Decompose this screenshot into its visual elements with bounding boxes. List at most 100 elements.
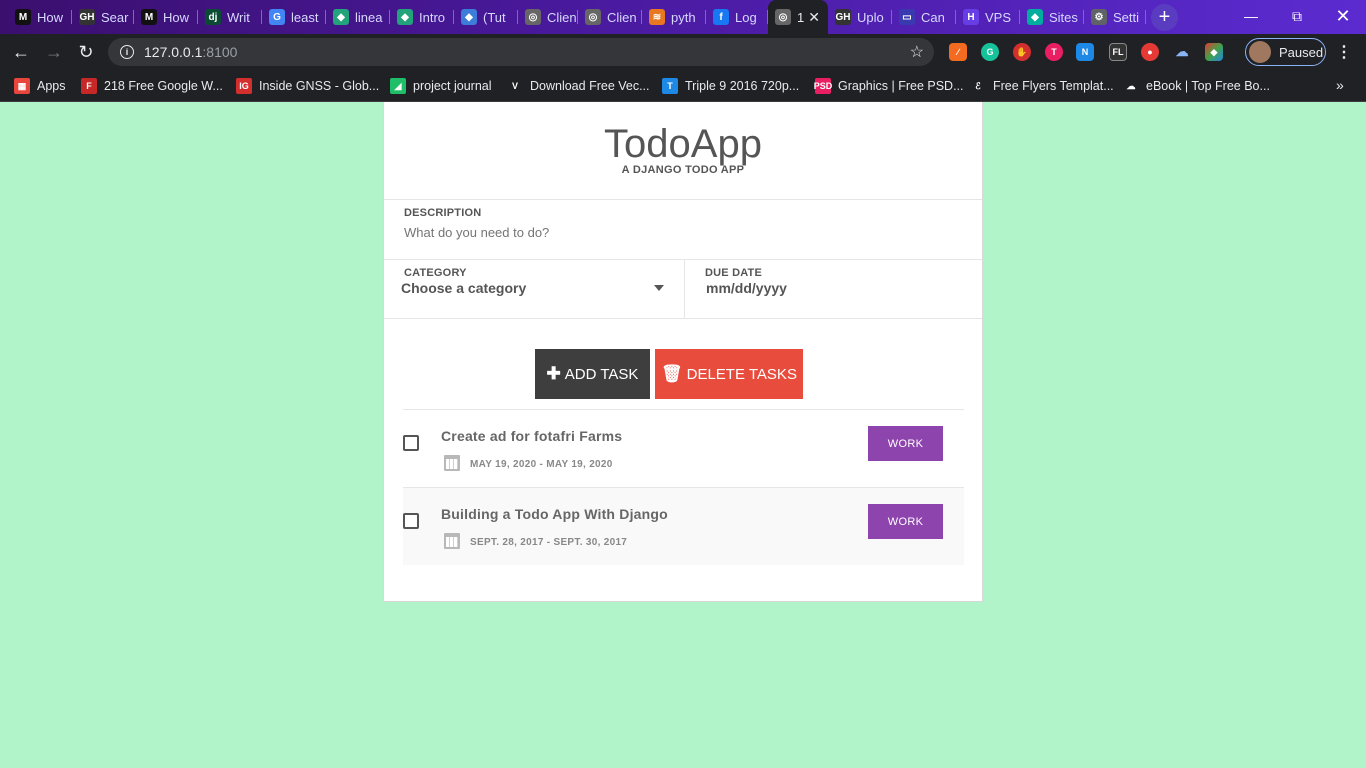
bookmark-label: Free Flyers Templat... [993, 79, 1114, 93]
tab-favicon-icon: ◆ [461, 9, 477, 25]
profile-button[interactable]: Paused [1245, 38, 1326, 66]
extension-icon[interactable]: ∕ [949, 43, 967, 61]
browser-tab[interactable]: ⚙ Setti [1084, 4, 1146, 30]
category-badge[interactable]: WORK [868, 426, 943, 461]
url-host: 127.0.0.1 [144, 44, 203, 60]
browser-tab[interactable]: ◎ Clien [578, 4, 642, 30]
plus-icon: ✚ [546, 364, 561, 383]
tab-favicon-icon: M [15, 9, 31, 25]
tab-title: Writ [227, 9, 250, 25]
bookmark-label: Inside GNSS - Glob... [259, 79, 380, 93]
calendar-icon [444, 455, 460, 471]
tab-title: Sear [101, 9, 129, 25]
restore-button[interactable]: ⧉ [1274, 0, 1320, 32]
bookmark-item[interactable]: ℰ Free Flyers Templat... [970, 77, 1114, 95]
chevron-down-icon[interactable] [654, 285, 664, 291]
more-bookmarks-icon[interactable]: » [1336, 77, 1344, 93]
bookmark-label: eBook | Top Free Bo... [1146, 79, 1270, 93]
browser-tab[interactable]: ≋ pyth [642, 4, 706, 30]
tab-title: Sites [1049, 9, 1078, 25]
bookmark-item[interactable]: ☁ eBook | Top Free Bo... [1123, 77, 1270, 95]
bookmark-star-icon[interactable]: ☆ [910, 42, 924, 62]
forward-arrow-icon[interactable]: → [41, 40, 67, 64]
bookmark-item[interactable]: IG Inside GNSS - Glob... [236, 77, 379, 95]
bookmark-favicon-icon: IG [236, 78, 252, 94]
browser-tab-strip: M How GH Sear M How dj Writ Gleast ◆ linea ◆ Intro ◆(… [0, 0, 1366, 34]
browser-tab[interactable]: GH Sear [72, 4, 134, 30]
browser-tab[interactable]: ◆ linea [326, 4, 390, 30]
tab-title: 1 [797, 9, 805, 25]
window-close-button[interactable]: ✕ [1320, 0, 1366, 32]
browser-tab[interactable]: f Log [706, 4, 768, 30]
browser-tab[interactable]: GH Uplo [828, 4, 892, 30]
address-bar[interactable]: i 127.0.0.1:8100 ☆ [108, 38, 934, 66]
page-subtitle: A DJANGO TODO APP [621, 164, 745, 176]
bookmark-item[interactable]: ◢ project journal [390, 77, 492, 95]
browser-tab[interactable]: M How [134, 4, 198, 30]
new-extension-icon[interactable]: N [1076, 43, 1094, 61]
tab-favicon-icon: GH [835, 9, 851, 25]
site-info-icon[interactable]: i [120, 45, 134, 59]
task-list: Create ad for fotafri Farms MAY 19, 2020… [403, 409, 964, 565]
add-task-button[interactable]: ✚ ADD TASK [535, 349, 650, 399]
extension-icon[interactable]: ◆ [1205, 43, 1223, 61]
tab-title: Clien [607, 9, 637, 25]
tab-close-icon[interactable]: ✕ [808, 9, 820, 26]
browser-tab[interactable]: ◆ (Tut [454, 4, 518, 30]
category-select[interactable]: Choose a category [401, 280, 526, 296]
bookmark-favicon-icon: T [662, 78, 678, 94]
bookmark-item[interactable]: PSD Graphics | Free PSD... [814, 77, 964, 95]
add-task-label: ADD TASK [564, 365, 639, 383]
cloud-extension-icon[interactable]: ☁ [1173, 43, 1191, 61]
bookmark-item[interactable]: T Triple 9 2016 720p... [662, 77, 799, 95]
tab-favicon-icon: ◆ [333, 9, 349, 25]
browser-tab[interactable]: ▭ Can [892, 4, 956, 30]
grammarly-extension-icon[interactable]: G [981, 43, 999, 61]
extension-icon[interactable]: ● [1141, 43, 1159, 61]
browser-tab[interactable]: dj Writ [198, 4, 262, 30]
browser-tab[interactable]: Gleast [262, 4, 326, 30]
browser-toolbar: ← → ↻ i 127.0.0.1:8100 ☆ ∕ G ✋ T N FL ● … [0, 34, 1366, 70]
fl-extension-icon[interactable]: FL [1109, 43, 1127, 61]
bookmark-item[interactable]: V Download Free Vec... [507, 77, 650, 95]
menu-icon[interactable]: ⋮ [1336, 42, 1352, 62]
category-label: CATEGORY [404, 267, 467, 279]
tab-title: Log [735, 9, 757, 25]
bookmark-item[interactable]: F 218 Free Google W... [81, 77, 223, 95]
tab-favicon-icon: ⚙ [1091, 9, 1107, 25]
bookmark-label: Graphics | Free PSD... [838, 79, 964, 93]
browser-tab[interactable]: M How [8, 4, 72, 30]
category-badge[interactable]: WORK [868, 504, 943, 539]
tab-favicon-icon: ◎ [525, 9, 541, 25]
bookmark-item[interactable]: ▦ Apps [14, 77, 66, 95]
delete-tasks-button[interactable]: 🗑 DELETE TASKS [655, 349, 803, 399]
browser-tab[interactable]: H VPS [956, 4, 1020, 30]
new-tab-button[interactable]: + [1151, 4, 1178, 31]
tab-title: How [163, 9, 190, 25]
browser-tab[interactable]: ◆ Intro [390, 4, 454, 30]
minimize-button[interactable]: — [1228, 0, 1274, 32]
browser-tab[interactable]: ◆ Sites [1020, 4, 1084, 30]
task-checkbox[interactable] [403, 435, 419, 451]
extension-icon[interactable]: T [1045, 43, 1063, 61]
browser-tab[interactable]: ◎ Clien [518, 4, 578, 30]
browser-tab[interactable]: ◎ 1 ✕ [768, 0, 828, 34]
tab-favicon-icon: ≋ [649, 9, 665, 25]
adblock-extension-icon[interactable]: ✋ [1013, 43, 1031, 61]
url-text[interactable]: 127.0.0.1:8100 [144, 44, 237, 60]
tab-title: Clien [547, 9, 577, 25]
reload-icon[interactable]: ↻ [73, 40, 99, 64]
avatar [1249, 41, 1271, 63]
bookmark-label: Download Free Vec... [530, 79, 650, 93]
tab-title: VPS [985, 9, 1012, 25]
task-checkbox[interactable] [403, 513, 419, 529]
task-item: Building a Todo App With Django SEPT. 28… [403, 487, 964, 565]
back-arrow-icon[interactable]: ← [8, 40, 34, 64]
bookmark-favicon-icon: ▦ [14, 78, 30, 94]
due-date-input[interactable]: mm/dd/yyyy [706, 280, 787, 296]
tab-title: pyth [671, 9, 696, 25]
due-date-label: DUE DATE [705, 267, 763, 279]
app-header: TodoApp A DJANGO TODO APP [384, 102, 982, 200]
tab-favicon-icon: ▭ [899, 9, 915, 25]
description-input[interactable] [404, 222, 964, 242]
